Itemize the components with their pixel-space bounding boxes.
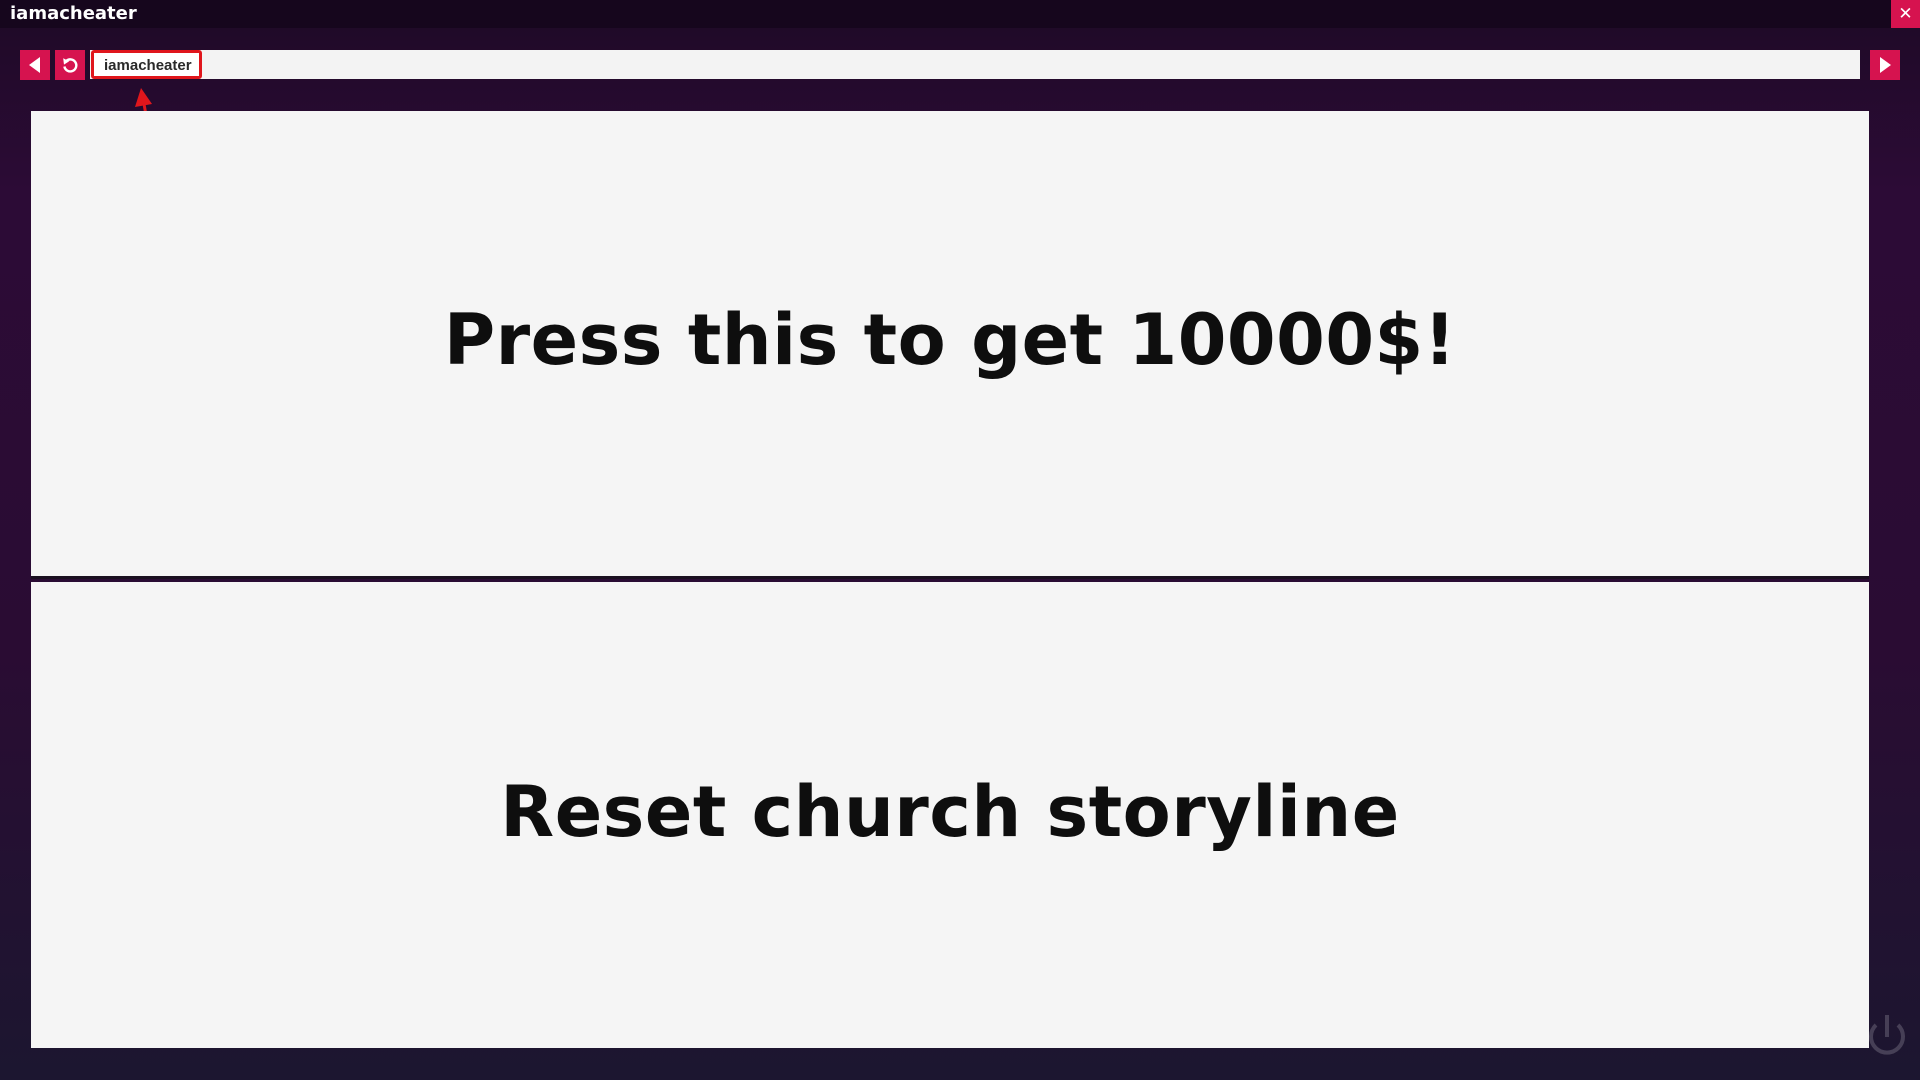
get-money-label: Press this to get 10000$! xyxy=(443,298,1457,381)
close-icon: ✕ xyxy=(1898,4,1913,24)
forward-arrow-icon xyxy=(1880,57,1891,73)
power-icon xyxy=(1869,1015,1905,1055)
address-input-highlight[interactable]: iamacheater xyxy=(91,50,202,79)
title-bar: iamacheater ✕ xyxy=(0,0,1920,28)
back-button[interactable] xyxy=(20,50,50,80)
reload-button[interactable] xyxy=(55,50,85,80)
reload-icon xyxy=(63,58,78,73)
back-arrow-icon xyxy=(29,57,40,73)
reset-church-storyline-label: Reset church storyline xyxy=(500,771,1400,853)
get-money-button[interactable]: Press this to get 10000$! xyxy=(31,111,1869,576)
address-input[interactable]: iamacheater xyxy=(104,57,192,75)
panel-divider xyxy=(31,576,1869,579)
address-bar[interactable]: iamacheater xyxy=(90,50,1860,79)
close-button[interactable]: ✕ xyxy=(1891,0,1920,28)
forward-button[interactable] xyxy=(1870,50,1900,80)
window-title: iamacheater xyxy=(10,3,137,24)
reset-church-storyline-button[interactable]: Reset church storyline xyxy=(31,582,1869,1048)
